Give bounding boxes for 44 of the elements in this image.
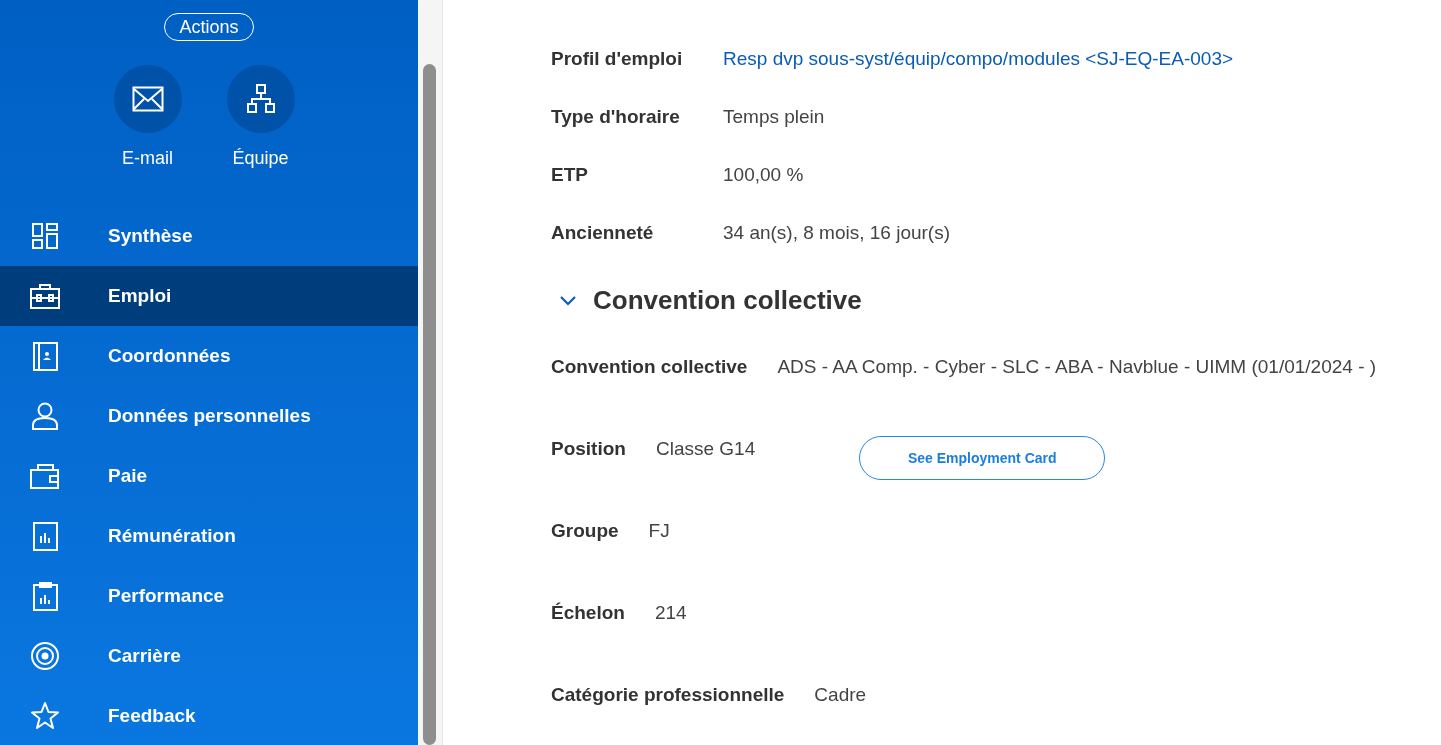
field-label: Position <box>551 436 626 461</box>
chevron-down-icon <box>559 294 577 306</box>
field-value: Classe G14 <box>655 436 756 461</box>
sidebar-item[interactable]: Coordonnées <box>0 326 418 386</box>
sidebar-item[interactable]: Emploi <box>0 266 418 326</box>
field-link[interactable]: Resp dvp sous-syst/équip/compo/modules <SJ-EQ-EA-003> <box>723 44 1234 74</box>
field-value: Cadre <box>814 682 867 707</box>
sidebar-item[interactable]: Données personnelles <box>0 386 418 446</box>
org-chart-icon <box>244 83 277 115</box>
sidebar-item[interactable]: Feedback <box>0 686 418 745</box>
bar-chart-icon <box>30 521 60 551</box>
target-icon <box>30 641 60 671</box>
field-label: Type d'horaire <box>551 104 681 129</box>
employment-card-button[interactable]: See Employment Card <box>859 436 1106 480</box>
envelope-icon <box>131 86 164 112</box>
field-label: ETP <box>551 162 589 187</box>
person-icon <box>30 401 60 431</box>
wallet-icon <box>30 461 60 491</box>
sidebar-item[interactable]: Carrière <box>0 626 418 686</box>
field-label: Convention collective <box>551 354 748 379</box>
sidebar-item[interactable]: Performance <box>0 566 418 626</box>
field-value: 214 <box>654 600 687 625</box>
quick-action-label[interactable]: E-mail <box>122 145 173 172</box>
sidebar-item[interactable]: Paie <box>0 446 418 506</box>
contact-book-icon <box>30 341 60 371</box>
field-value: 34 an(s), 8 mois, 16 jour(s) <box>723 220 951 245</box>
section-title: Convention collective <box>593 283 862 317</box>
field-label: Ancienneté <box>551 220 655 245</box>
field-label: Échelon <box>551 600 625 625</box>
field-value: FJ <box>648 518 670 543</box>
field-label: Groupe <box>551 518 619 543</box>
field-value: Temps plein <box>723 104 825 129</box>
field-label: Profil d'emploi <box>551 46 684 71</box>
sidebar-item[interactable]: Rémunération <box>0 506 418 566</box>
sidebar-item[interactable]: Synthèse <box>0 206 418 266</box>
star-icon <box>30 701 60 731</box>
dashboard-icon <box>30 221 60 251</box>
quick-action-label[interactable]: Équipe <box>232 145 289 172</box>
field-value: 100,00 % <box>723 162 804 187</box>
scrollbar-thumb[interactable] <box>423 64 436 745</box>
field-label: Catégorie professionnelle <box>551 682 785 707</box>
briefcase-icon <box>30 281 60 311</box>
field-value: ADS - AA Comp. - Cyber - SLC - ABA - Navblue - UIMM (01/01/2024 - ) <box>777 354 1377 379</box>
clipboard-icon <box>30 581 60 611</box>
